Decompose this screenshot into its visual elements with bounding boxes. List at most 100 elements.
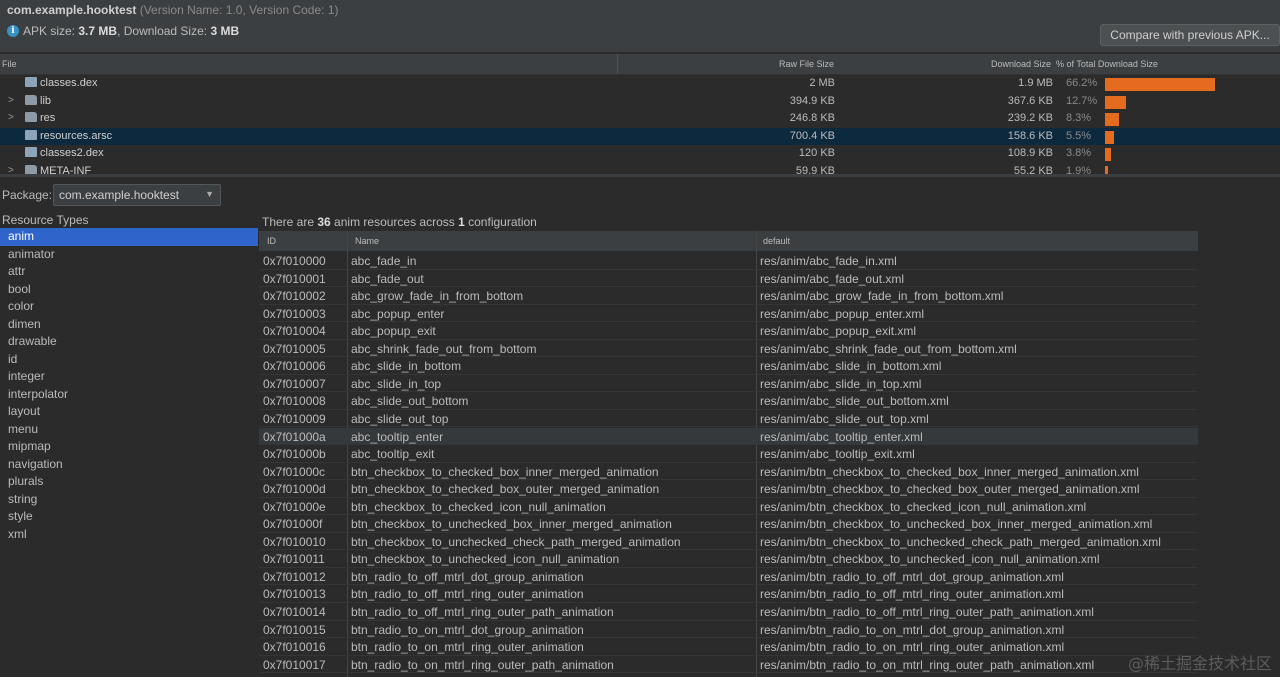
resource-name: abc_tooltip_enter xyxy=(351,429,444,444)
resource-type-item[interactable]: xml xyxy=(0,526,258,544)
col-download-size[interactable]: Download Size xyxy=(991,59,1051,69)
resource-type-item[interactable]: navigation xyxy=(0,456,258,474)
table-row[interactable]: 0x7f010017 btn_radio_to_on_mtrl_ring_oute… xyxy=(259,656,1198,674)
resource-path: res/anim/abc_shrink_fade_out_from_bottom… xyxy=(760,341,1017,356)
table-row[interactable]: 0x7f010002 abc_grow_fade_in_from_bottom re… xyxy=(259,287,1198,305)
resource-type-item[interactable]: color xyxy=(0,298,258,316)
resource-type-item[interactable]: string xyxy=(0,491,258,509)
table-row[interactable]: 0x7f010016 btn_radio_to_on_mtrl_ring_oute… xyxy=(259,638,1198,656)
package-dropdown[interactable]: com.example.hooktest ▼ xyxy=(53,184,221,206)
table-row[interactable]: 0x7f010014 btn_radio_to_off_mtrl_ring_out… xyxy=(259,603,1198,621)
dropdown-arrow-icon: ▼ xyxy=(205,189,214,199)
file-row[interactable]: > lib 394.9 KB 367.6 KB 12.7% xyxy=(0,93,1280,110)
table-row[interactable]: 0x7f01000f btn_checkbox_to_unchecked_box_… xyxy=(259,515,1198,533)
file-name: res xyxy=(40,112,56,124)
resource-type-item[interactable]: plurals xyxy=(0,473,258,491)
compare-apk-button[interactable]: Compare with previous APK... xyxy=(1100,24,1280,46)
percent-bar xyxy=(1105,78,1215,91)
resource-path: res/anim/abc_tooltip_exit.xml xyxy=(760,447,915,462)
download-size: 239.2 KB xyxy=(1007,112,1053,124)
file-row[interactable]: classes.dex 2 MB 1.9 MB 66.2% xyxy=(0,75,1280,92)
file-row[interactable]: classes2.dex 120 KB 108.9 KB 3.8% xyxy=(0,145,1280,162)
resource-id: 0x7f010012 xyxy=(263,569,326,584)
expand-chevron-icon[interactable]: > xyxy=(8,112,14,123)
table-row[interactable]: 0x7f010010 btn_checkbox_to_unchecked_chec… xyxy=(259,533,1198,551)
table-row[interactable]: 0x7f010005 abc_shrink_fade_out_from_botto… xyxy=(259,340,1198,358)
resource-type-item[interactable]: layout xyxy=(0,403,258,421)
resource-id: 0x7f01000e xyxy=(263,499,326,514)
resource-path: res/anim/btn_radio_to_off_mtrl_ring_oute… xyxy=(760,605,1094,619)
table-row[interactable]: 0x7f010003 abc_popup_enter res/anim/abc_po… xyxy=(259,305,1198,323)
resource-id: 0x7f010009 xyxy=(263,411,326,426)
table-row[interactable]: 0x7f010007 abc_slide_in_top res/anim/abc_s… xyxy=(259,375,1198,393)
resource-type-item[interactable]: drawable xyxy=(0,333,258,351)
resource-type-item[interactable]: menu xyxy=(0,421,258,439)
download-size-label: , Download Size: xyxy=(117,24,208,38)
resource-path: res/anim/abc_slide_in_bottom.xml xyxy=(760,359,942,374)
resource-name: btn_checkbox_to_checked_box_inner_merged… xyxy=(351,464,659,479)
resource-id: 0x7f01000f xyxy=(263,517,323,532)
download-size-value: 3 MB xyxy=(210,24,240,38)
table-row[interactable]: 0x7f010015 btn_radio_to_on_mtrl_dot_group… xyxy=(259,621,1198,639)
col-file[interactable]: File xyxy=(2,59,17,69)
resource-name: btn_checkbox_to_unchecked_box_inner_merg… xyxy=(351,517,672,532)
resource-name: abc_slide_out_top xyxy=(351,411,449,426)
file-row[interactable]: resources.arsc 700.4 KB 158.6 KB 5.5% xyxy=(0,127,1280,145)
table-row[interactable]: 0x7f01000b abc_tooltip_exit res/anim/abc_t… xyxy=(259,445,1198,463)
table-row[interactable]: 0x7f01000d btn_checkbox_to_checked_box_ou… xyxy=(259,480,1198,498)
table-row[interactable]: 0x7f010009 abc_slide_out_top res/anim/abc_… xyxy=(259,410,1198,428)
expand-chevron-icon[interactable]: > xyxy=(8,165,14,175)
resource-type-item[interactable]: interpolator xyxy=(0,386,258,404)
file-name: classes.dex xyxy=(40,77,98,89)
resource-path: res/anim/btn_checkbox_to_unchecked_check… xyxy=(760,534,1161,549)
resource-name: abc_popup_enter xyxy=(351,306,445,321)
expand-chevron-icon[interactable]: > xyxy=(8,95,14,106)
table-row[interactable]: 0x7f01000a abc_tooltip_enter res/anim/abc_… xyxy=(259,427,1198,445)
raw-size: 59.9 KB xyxy=(795,164,835,175)
resource-path: res/anim/abc_slide_out_top.xml xyxy=(760,411,929,426)
col-raw-size[interactable]: Raw File Size xyxy=(779,59,834,69)
split-divider[interactable] xyxy=(0,174,1280,177)
resource-type-item[interactable]: integer xyxy=(0,368,258,386)
watermark: @稀土掘金技术社区 xyxy=(1127,654,1272,673)
raw-size: 394.9 KB xyxy=(789,94,835,107)
table-row[interactable]: 0x7f010012 btn_radio_to_off_mtrl_dot_grou… xyxy=(259,568,1198,586)
col-percent[interactable]: % of Total Download Size xyxy=(1056,59,1158,69)
table-row[interactable]: 0x7f010008 abc_slide_out_bottom res/anim/a… xyxy=(259,392,1198,410)
percent-bar xyxy=(1105,113,1119,126)
resource-type-item[interactable]: id xyxy=(0,351,258,369)
col-id[interactable]: ID xyxy=(267,236,276,246)
package-selector-row: Package: xyxy=(0,183,52,207)
table-row[interactable]: 0x7f010004 abc_popup_exit res/anim/abc_pop… xyxy=(259,322,1198,340)
resource-name: btn_radio_to_on_mtrl_ring_outer_path_ani… xyxy=(351,657,614,672)
resource-type-item[interactable]: attr xyxy=(0,263,258,281)
resource-path: res/anim/abc_popup_exit.xml xyxy=(760,324,917,339)
file-row[interactable]: > META-INF 59.9 KB 55.2 KB 1.9% xyxy=(0,163,1280,175)
summary-prefix: There are xyxy=(262,215,318,229)
apk-file-table: File Raw File Size Download Size % of To… xyxy=(0,54,1280,174)
resource-type-item[interactable]: animator xyxy=(0,246,258,264)
resource-type-item[interactable]: bool xyxy=(0,281,258,299)
resource-id: 0x7f01000d xyxy=(263,482,326,497)
table-row[interactable]: 0x7f010011 btn_checkbox_to_unchecked_icon… xyxy=(259,550,1198,568)
resource-type-item[interactable]: style xyxy=(0,508,258,526)
table-row[interactable]: 0x7f010001 abc_fade_out res/anim/abc_fade_… xyxy=(259,270,1198,288)
resource-path: res/anim/btn_checkbox_to_checked_icon_nu… xyxy=(760,499,1087,514)
download-size: 55.2 KB xyxy=(1013,164,1053,175)
raw-size: 2 MB xyxy=(809,77,835,89)
resource-name: abc_tooltip_exit xyxy=(351,447,435,462)
resource-type-item[interactable]: dimen xyxy=(0,316,258,334)
table-row[interactable]: 0x7f010000 abc_fade_in res/anim/abc_fade_i… xyxy=(259,252,1198,270)
table-row[interactable]: 0x7f01000c btn_checkbox_to_checked_box_in… xyxy=(259,463,1198,481)
table-row[interactable]: 0x7f010006 abc_slide_in_bottom res/anim/ab… xyxy=(259,357,1198,375)
table-row[interactable]: 0x7f01000e btn_checkbox_to_checked_icon_n… xyxy=(259,498,1198,516)
col-default[interactable]: default xyxy=(763,236,790,246)
file-name: lib xyxy=(40,94,52,107)
col-name[interactable]: Name xyxy=(355,236,379,246)
resource-type-item[interactable]: mipmap xyxy=(0,438,258,456)
resource-summary: There are 36 anim resources across 1 con… xyxy=(262,215,537,229)
percent-value: 66.2% xyxy=(1066,77,1098,89)
resource-type-item[interactable]: anim xyxy=(0,228,258,246)
file-row[interactable]: > res 246.8 KB 239.2 KB 8.3% xyxy=(0,110,1280,127)
table-row[interactable]: 0x7f010013 btn_radio_to_off_mtrl_ring_out… xyxy=(259,585,1198,603)
